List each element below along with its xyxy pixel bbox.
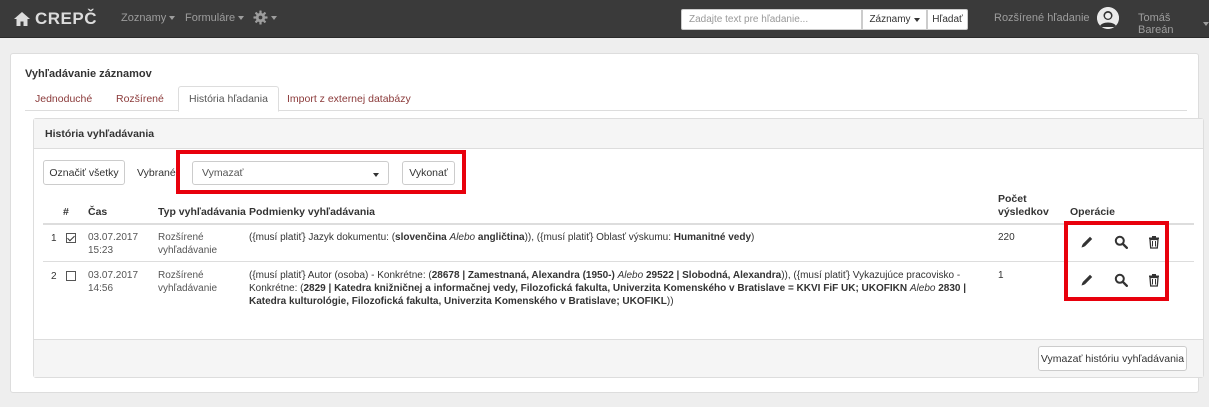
row-checkbox[interactable] — [66, 233, 76, 243]
chevron-down-icon — [271, 15, 277, 20]
tab-import-external[interactable]: Import z externej databázy — [277, 86, 421, 111]
row-date: 03.07.2017 — [88, 232, 139, 243]
row-type-line2: vyhľadávanie — [158, 245, 218, 256]
chevron-down-icon — [169, 16, 176, 20]
panel-footer: Vymazať históriu vyhľadávania — [34, 339, 1203, 377]
row-result-count: 1 — [998, 270, 1004, 281]
condition-segment: 29522 | Slobodná, Alexandra — [645, 270, 782, 281]
col-header-count-line1: Počet — [998, 193, 1027, 205]
col-header-time: Čas — [88, 206, 108, 218]
menu-forms[interactable]: Formuláre — [185, 12, 245, 24]
row-conditions: ({musí platiť} Autor (osoba) - Konkrétne… — [249, 269, 989, 308]
brand-logo[interactable]: CREPČ — [14, 9, 97, 29]
highlight-box-operations — [1064, 221, 1169, 301]
menu-forms-label: Formuláre — [185, 12, 236, 24]
condition-segment: 28678 | Zamestnaná, Alexandra (1950-) — [431, 270, 615, 281]
row-result-count: 220 — [998, 232, 1015, 243]
row-date: 03.07.2017 — [88, 270, 139, 281]
col-header-conditions: Podmienky vyhľadávania — [249, 206, 376, 218]
condition-segment: angličtina — [477, 232, 525, 243]
row-number: 2 — [51, 271, 57, 282]
condition-segment: Humanitné vedy — [673, 232, 752, 243]
row-time: 15:23 — [88, 245, 114, 256]
brand-name: CREPČ — [35, 9, 98, 28]
condition-segment: 2829 | Katedra knižničnej a informačnej … — [303, 283, 908, 294]
tab-simple[interactable]: Jednoduché — [25, 86, 102, 111]
row-conditions: ({musí platiť} Jazyk dokumentu: (slovenč… — [249, 231, 989, 244]
user-name: Tomáš Bareán — [1138, 12, 1174, 36]
condition-segment: Alebo — [909, 283, 936, 294]
tab-search-history[interactable]: História hľadania — [178, 86, 279, 112]
condition-segment: ({musí platiť} Autor (osoba) - Konkrétne… — [249, 270, 432, 281]
search-input[interactable] — [681, 9, 862, 30]
table-header-divider — [43, 223, 1194, 225]
col-header-operations: Operácie — [1070, 206, 1115, 218]
tab-advanced[interactable]: Rozšírené — [106, 86, 174, 111]
highlight-box-bulk-actions — [176, 150, 466, 194]
row-divider — [43, 261, 1194, 262]
condition-segment: slovenčina — [395, 232, 447, 243]
search-button-label: Hľadať — [932, 14, 963, 25]
panel-heading: História vyhľadávania — [34, 119, 1203, 149]
chevron-down-icon — [913, 17, 920, 22]
user-avatar-icon[interactable] — [1097, 7, 1119, 29]
row-checkbox[interactable] — [66, 271, 76, 281]
menu-settings[interactable] — [253, 10, 277, 25]
page-title: Vyhľadávanie záznamov — [25, 68, 152, 80]
advanced-search-label: Rozšírené hľadanie — [994, 12, 1090, 24]
menu-lists-label: Zoznamy — [121, 12, 167, 24]
row-type-line1: Rozšírené — [158, 232, 204, 243]
gear-icon — [253, 10, 268, 25]
clear-history-button[interactable]: Vymazať históriu vyhľadávania — [1038, 346, 1187, 371]
advanced-search-link[interactable]: Rozšírené hľadanie — [994, 12, 1090, 24]
search-scope-dropdown[interactable]: Záznamy — [862, 9, 927, 30]
row-type-line1: Rozšírené — [158, 270, 204, 281]
select-all-button[interactable]: Označiť všetky — [43, 160, 125, 185]
chevron-down-icon — [238, 16, 245, 20]
condition-segment: ) — [751, 232, 755, 243]
row-time: 14:56 — [88, 283, 114, 294]
chevron-down-icon — [1203, 22, 1209, 26]
row-type-line2: vyhľadávanie — [158, 283, 218, 294]
condition-segment: )), ({musí platiť} Oblasť výskumu: — [524, 232, 674, 243]
user-menu[interactable]: Tomáš Bareán — [1138, 12, 1209, 36]
home-icon — [14, 12, 30, 26]
condition-segment: )) — [666, 296, 674, 307]
selected-label: Vybrané — [137, 167, 176, 179]
avatar-figure — [1097, 7, 1119, 29]
search-button[interactable]: Hľadať — [927, 9, 968, 30]
top-navbar: CREPČ Zoznamy Formuláre Záznamy Hľadať R… — [0, 0, 1209, 38]
condition-segment: Alebo — [617, 270, 644, 281]
search-scope-label: Záznamy — [869, 14, 911, 25]
col-header-number: # — [63, 206, 69, 218]
row-number: 1 — [51, 233, 57, 244]
condition-segment: ({musí platiť} Jazyk dokumentu: ( — [249, 232, 396, 243]
search-tabs: Jednoduché Rozšírené História hľadania I… — [25, 86, 1187, 112]
condition-segment: Alebo — [449, 232, 476, 243]
col-header-count-line2: výsledkov — [998, 206, 1049, 218]
menu-lists[interactable]: Zoznamy — [121, 12, 176, 24]
col-header-type: Typ vyhľadávania — [158, 206, 246, 218]
